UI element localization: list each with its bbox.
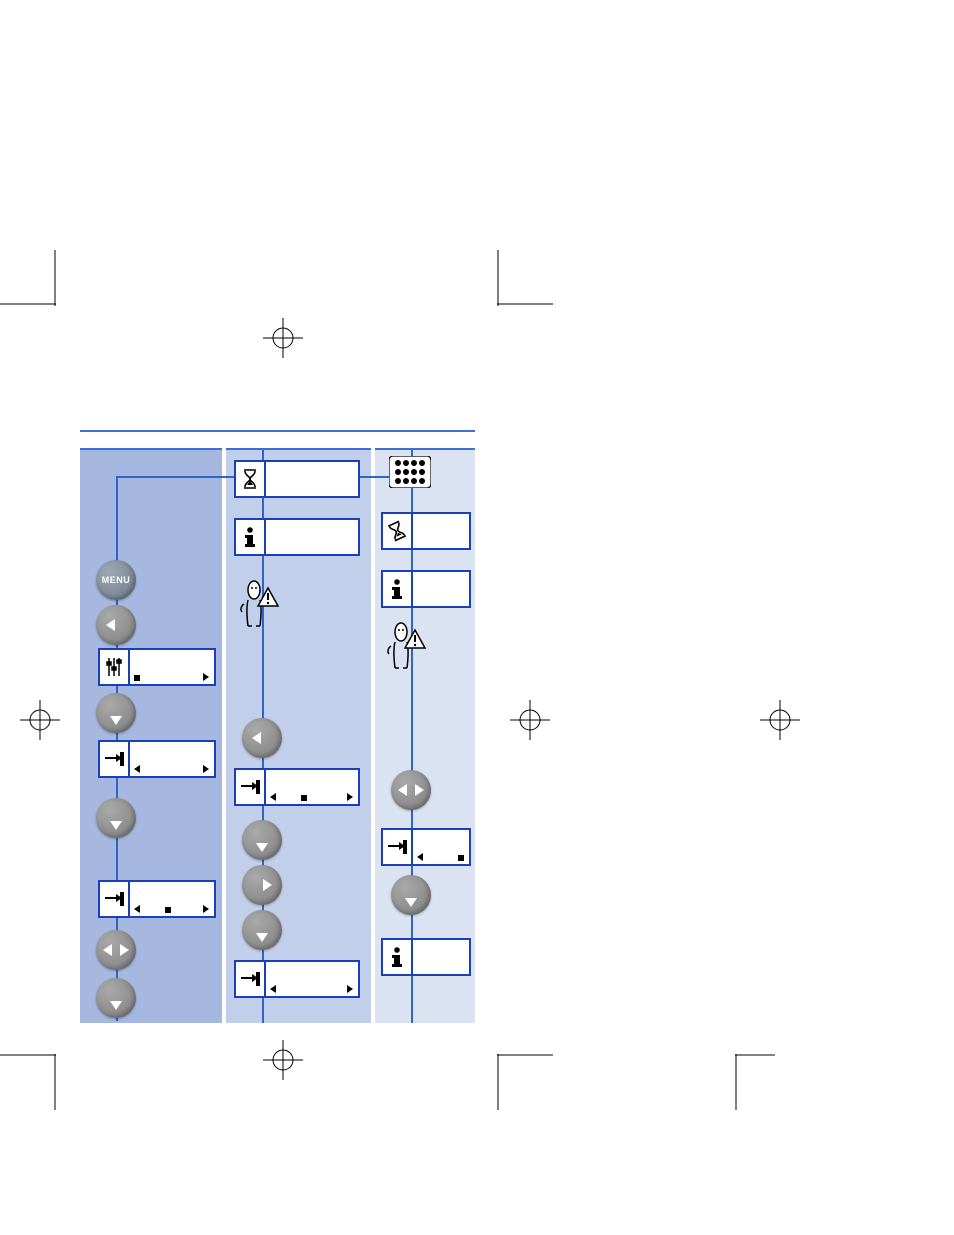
section-divider: [80, 430, 475, 432]
info-icon: [236, 520, 266, 554]
flow-columns: MENU: [80, 448, 475, 1023]
display-goto-4: [234, 960, 360, 998]
display-info-1: [234, 518, 360, 556]
registration-mark-icon: [510, 700, 550, 740]
nav-down-button[interactable]: [391, 875, 431, 915]
nav-leftright-button[interactable]: [391, 770, 431, 810]
info-icon: [383, 940, 413, 974]
nav-down-button[interactable]: [96, 693, 136, 733]
goto-icon: [236, 770, 266, 804]
display-hourglass-diag: [381, 512, 471, 550]
registration-mark-icon: [263, 318, 303, 358]
display-goto-5: [381, 828, 471, 866]
display-settings: [98, 648, 216, 686]
nav-right-button[interactable]: [242, 865, 282, 905]
goto-icon: [383, 830, 413, 864]
registration-mark-icon: [20, 700, 60, 740]
nav-left-button[interactable]: [96, 605, 136, 645]
nav-down-button[interactable]: [96, 798, 136, 838]
flow-column-1: MENU: [80, 448, 222, 1023]
display-info-3: [381, 938, 471, 976]
display-goto-1: [98, 740, 216, 778]
hourglass-diagonal-icon: [383, 514, 413, 548]
display-goto-3: [234, 768, 360, 806]
menu-button-label: MENU: [102, 575, 131, 585]
menu-button[interactable]: MENU: [96, 560, 136, 600]
display-hourglass: [234, 460, 360, 498]
nav-down-button[interactable]: [242, 820, 282, 860]
goto-icon: [100, 882, 130, 916]
display-info-2: [381, 570, 471, 608]
keypad-icon: [389, 456, 431, 488]
goto-icon: [100, 742, 130, 776]
registration-mark-icon: [263, 1040, 303, 1080]
flow-column-2: [226, 448, 371, 1023]
nav-left-button[interactable]: [242, 718, 282, 758]
settings-icon: [100, 650, 130, 684]
nav-down-button[interactable]: [96, 978, 136, 1018]
registration-mark-icon: [760, 700, 800, 740]
hourglass-icon: [236, 462, 266, 496]
nav-down-button[interactable]: [242, 910, 282, 950]
flow-column-3: [375, 448, 475, 1023]
display-goto-2: [98, 880, 216, 918]
nav-leftright-button[interactable]: [96, 930, 136, 970]
info-icon: [383, 572, 413, 606]
person-warning-icon: [385, 622, 431, 678]
person-warning-icon: [238, 580, 284, 636]
goto-icon: [236, 962, 266, 996]
